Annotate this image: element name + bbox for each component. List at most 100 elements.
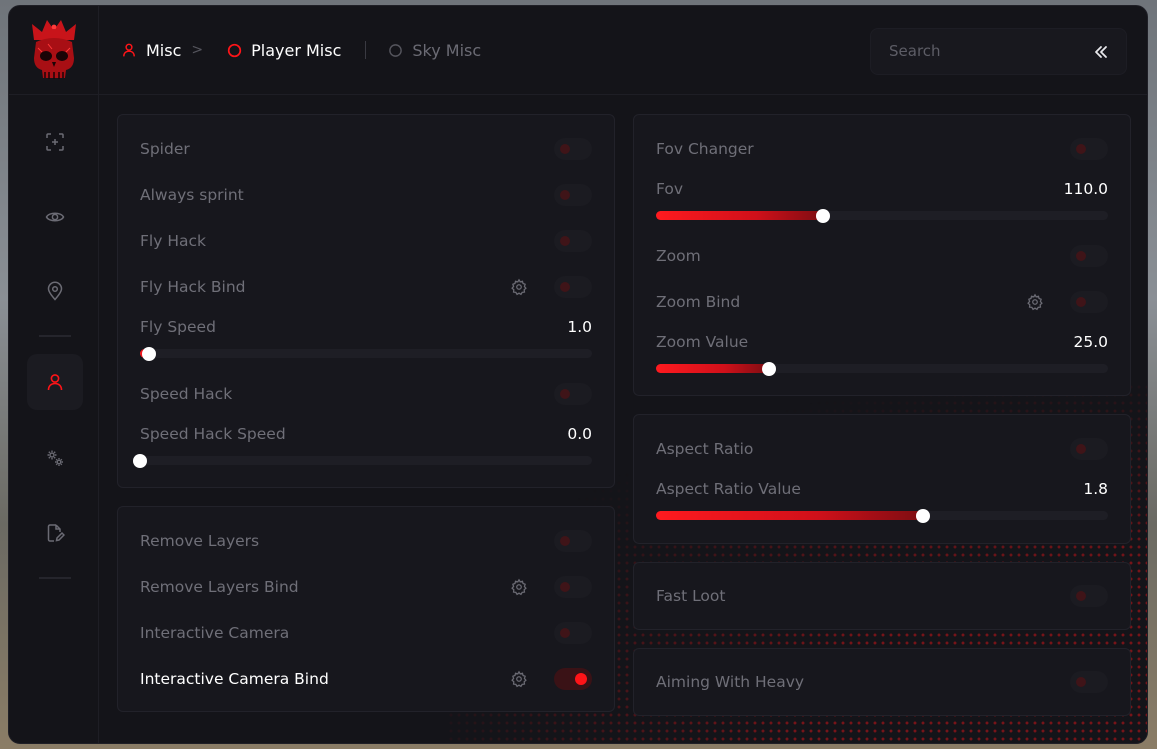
- fast-loot-row: Fast Loot: [656, 585, 1108, 607]
- fov-row: Fov 110.0: [656, 178, 1108, 200]
- document-edit-icon: [47, 524, 65, 542]
- fov-changer-row: Fov Changer: [656, 138, 1108, 160]
- breadcrumb-separator: >: [191, 42, 204, 58]
- inactive-circle-icon: [389, 43, 403, 57]
- sidebar-item-visuals[interactable]: [27, 189, 83, 245]
- sidebar-item-configs[interactable]: [27, 505, 83, 561]
- sidebar-item-world[interactable]: [27, 263, 83, 319]
- fast-loot-toggle[interactable]: [1070, 585, 1108, 607]
- gears-icon: [47, 450, 63, 466]
- sidebar-item-settings[interactable]: [27, 430, 83, 486]
- fly-hack-bind-row: Fly Hack Bind: [140, 276, 592, 298]
- tab-player-misc[interactable]: Player Misc: [227, 41, 341, 60]
- speed-hack-speed-slider[interactable]: [133, 453, 592, 468]
- tab-divider: [365, 41, 367, 59]
- camera-panel: Remove Layers Remove Layers Bind Interac…: [117, 506, 615, 712]
- sidebar-divider: [39, 335, 71, 337]
- fov-slider[interactable]: [656, 208, 1108, 223]
- breadcrumb-misc-label: Misc: [146, 40, 182, 60]
- fov-slider-thumb[interactable]: [816, 208, 831, 223]
- fly-hack-row: Fly Hack: [140, 230, 592, 252]
- interactive-camera-row: Interactive Camera: [140, 622, 592, 644]
- aspect-ratio-value-slider-fill: [656, 511, 923, 520]
- remove-layers-row: Remove Layers: [140, 530, 592, 552]
- breadcrumb-misc[interactable]: Misc: [121, 41, 181, 60]
- interactive-camera-label: Interactive Camera: [140, 624, 290, 642]
- user-icon: [123, 43, 135, 57]
- search-box: [870, 28, 1127, 75]
- fly-speed-row: Fly Speed 1.0: [140, 316, 592, 338]
- fov-changer-toggle[interactable]: [1070, 138, 1108, 160]
- spider-row: Spider: [140, 138, 592, 160]
- aiming-with-heavy-label: Aiming With Heavy: [656, 673, 805, 691]
- remove-layers-bind-toggle[interactable]: [554, 576, 592, 598]
- aiming-with-heavy-row: Aiming With Heavy: [656, 671, 1108, 693]
- fly-hack-bind-toggle[interactable]: [554, 276, 592, 298]
- search-input[interactable]: [889, 42, 1069, 60]
- crosshair-icon: [46, 133, 64, 151]
- aspect-ratio-toggle[interactable]: [1070, 438, 1108, 460]
- zoom-bind-label: Zoom Bind: [656, 293, 741, 311]
- aspect-ratio-value-slider-thumb[interactable]: [915, 508, 930, 523]
- speed-hack-toggle[interactable]: [554, 383, 592, 405]
- sidebar-divider: [39, 577, 71, 579]
- remove-layers-bind-label: Remove Layers Bind: [140, 578, 299, 596]
- spider-label: Spider: [140, 140, 190, 158]
- sidebar: [9, 6, 99, 743]
- crowned-skull-logo: [32, 20, 76, 79]
- fly-speed-label: Fly Speed: [140, 318, 216, 336]
- gear-icon[interactable]: [510, 670, 528, 688]
- fly-speed-slider[interactable]: [140, 346, 592, 361]
- sidebar-divider-top: [9, 94, 99, 95]
- fov-changer-label: Fov Changer: [656, 140, 754, 158]
- speed-hack-speed-row: Speed Hack Speed 0.0: [140, 423, 592, 445]
- sidebar-item-aim[interactable]: [27, 114, 83, 170]
- speed-hack-speed-label: Speed Hack Speed: [140, 425, 286, 443]
- eye-icon: [45, 212, 65, 222]
- always-sprint-row: Always sprint: [140, 184, 592, 206]
- aspect-ratio-value-label: Aspect Ratio Value: [656, 480, 801, 498]
- aspect-ratio-row: Aspect Ratio: [656, 438, 1108, 460]
- zoom-bind-row: Zoom Bind: [656, 291, 1108, 313]
- aiming-with-heavy-toggle[interactable]: [1070, 671, 1108, 693]
- sidebar-item-player[interactable]: [27, 354, 83, 410]
- speed-hack-speed-value: 0.0: [567, 425, 592, 443]
- aspect-ratio-panel: Aspect Ratio Aspect Ratio Value 1.8: [633, 414, 1131, 544]
- zoom-label: Zoom: [656, 247, 701, 265]
- aspect-ratio-value-row: Aspect Ratio Value 1.8: [656, 478, 1108, 500]
- double-chevron-left-icon[interactable]: [1092, 43, 1110, 61]
- fly-hack-toggle[interactable]: [554, 230, 592, 252]
- movement-panel: Spider Always sprint Fly Hack Fly Hack B…: [117, 114, 615, 488]
- zoom-value-slider[interactable]: [656, 361, 1108, 376]
- location-pin-icon: [47, 281, 63, 301]
- gear-icon[interactable]: [1026, 293, 1044, 311]
- gear-icon[interactable]: [510, 578, 528, 596]
- gear-icon[interactable]: [510, 278, 528, 296]
- fov-value: 110.0: [1063, 180, 1108, 198]
- user-icon: [47, 374, 63, 391]
- fly-hack-label: Fly Hack: [140, 232, 206, 250]
- tab-sky-misc-label: Sky Misc: [412, 40, 482, 60]
- tab-sky-misc[interactable]: Sky Misc: [388, 41, 481, 60]
- interactive-camera-toggle[interactable]: [554, 622, 592, 644]
- remove-layers-toggle[interactable]: [554, 530, 592, 552]
- spider-toggle[interactable]: [554, 138, 592, 160]
- interactive-camera-bind-label: Interactive Camera Bind: [140, 670, 329, 688]
- header-divider: [99, 94, 1147, 95]
- speed-hack-speed-slider-thumb[interactable]: [133, 453, 147, 468]
- remove-layers-bind-row: Remove Layers Bind: [140, 576, 592, 598]
- zoom-toggle[interactable]: [1070, 245, 1108, 267]
- always-sprint-label: Always sprint: [140, 186, 244, 204]
- interactive-camera-bind-toggle[interactable]: [554, 668, 592, 690]
- zoom-value-row: Zoom Value 25.0: [656, 331, 1108, 353]
- always-sprint-toggle[interactable]: [554, 184, 592, 206]
- tab-player-misc-label: Player Misc: [251, 40, 342, 60]
- zoom-value-slider-thumb[interactable]: [762, 361, 776, 376]
- app-window: Misc > Player Misc Sky Misc Spider Alway…: [8, 5, 1148, 744]
- fly-speed-slider-thumb[interactable]: [142, 346, 157, 361]
- aspect-ratio-value-slider[interactable]: [656, 508, 1108, 523]
- zoom-bind-toggle[interactable]: [1070, 291, 1108, 313]
- aiming-heavy-panel: Aiming With Heavy: [633, 648, 1131, 716]
- zoom-value-value: 25.0: [1073, 333, 1108, 351]
- interactive-camera-bind-row: Interactive Camera Bind: [140, 668, 592, 690]
